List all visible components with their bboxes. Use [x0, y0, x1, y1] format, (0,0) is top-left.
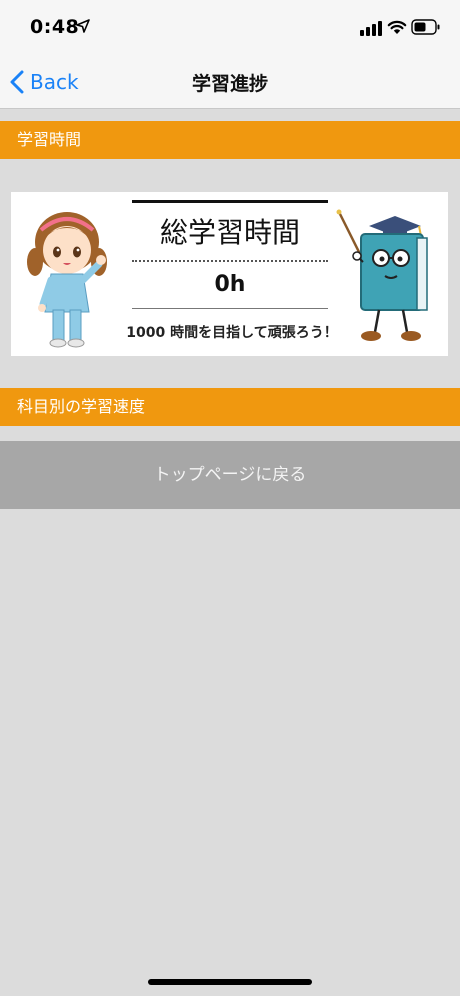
total-study-hours-value: 0h [214, 272, 246, 297]
status-bar: 0:48 [0, 0, 460, 56]
status-time: 0:48 [30, 16, 80, 38]
location-arrow-icon [76, 19, 90, 33]
banner-top-rule [132, 200, 328, 203]
battery-icon [411, 19, 440, 35]
banner-goal-text: 1000 時間を目指して頑張ろう！ [126, 325, 338, 341]
back-to-top-page-button[interactable]: トップページに戻る [0, 441, 460, 509]
banner-title: 総学習時間 [159, 216, 300, 249]
section-header-study-time: 学習時間 [0, 121, 460, 159]
girl-illustration [27, 212, 107, 348]
wifi-icon [387, 20, 407, 34]
banner-center: 総学習時間 0h [132, 200, 328, 309]
total-study-time-banner: 総学習時間 0h 1000 時間を目指して頑張ろう！ [11, 192, 448, 356]
section-header-subject-speed: 科目別の学習速度 [0, 388, 460, 426]
banner-bottom-rule [132, 308, 328, 309]
book-teacher-illustration [336, 209, 428, 341]
page-title: 学習進捗 [191, 73, 268, 95]
home-indicator[interactable] [148, 979, 312, 985]
cellular-signal-icon [360, 21, 382, 36]
navigation-bar: Back 学習進捗 [0, 56, 460, 109]
